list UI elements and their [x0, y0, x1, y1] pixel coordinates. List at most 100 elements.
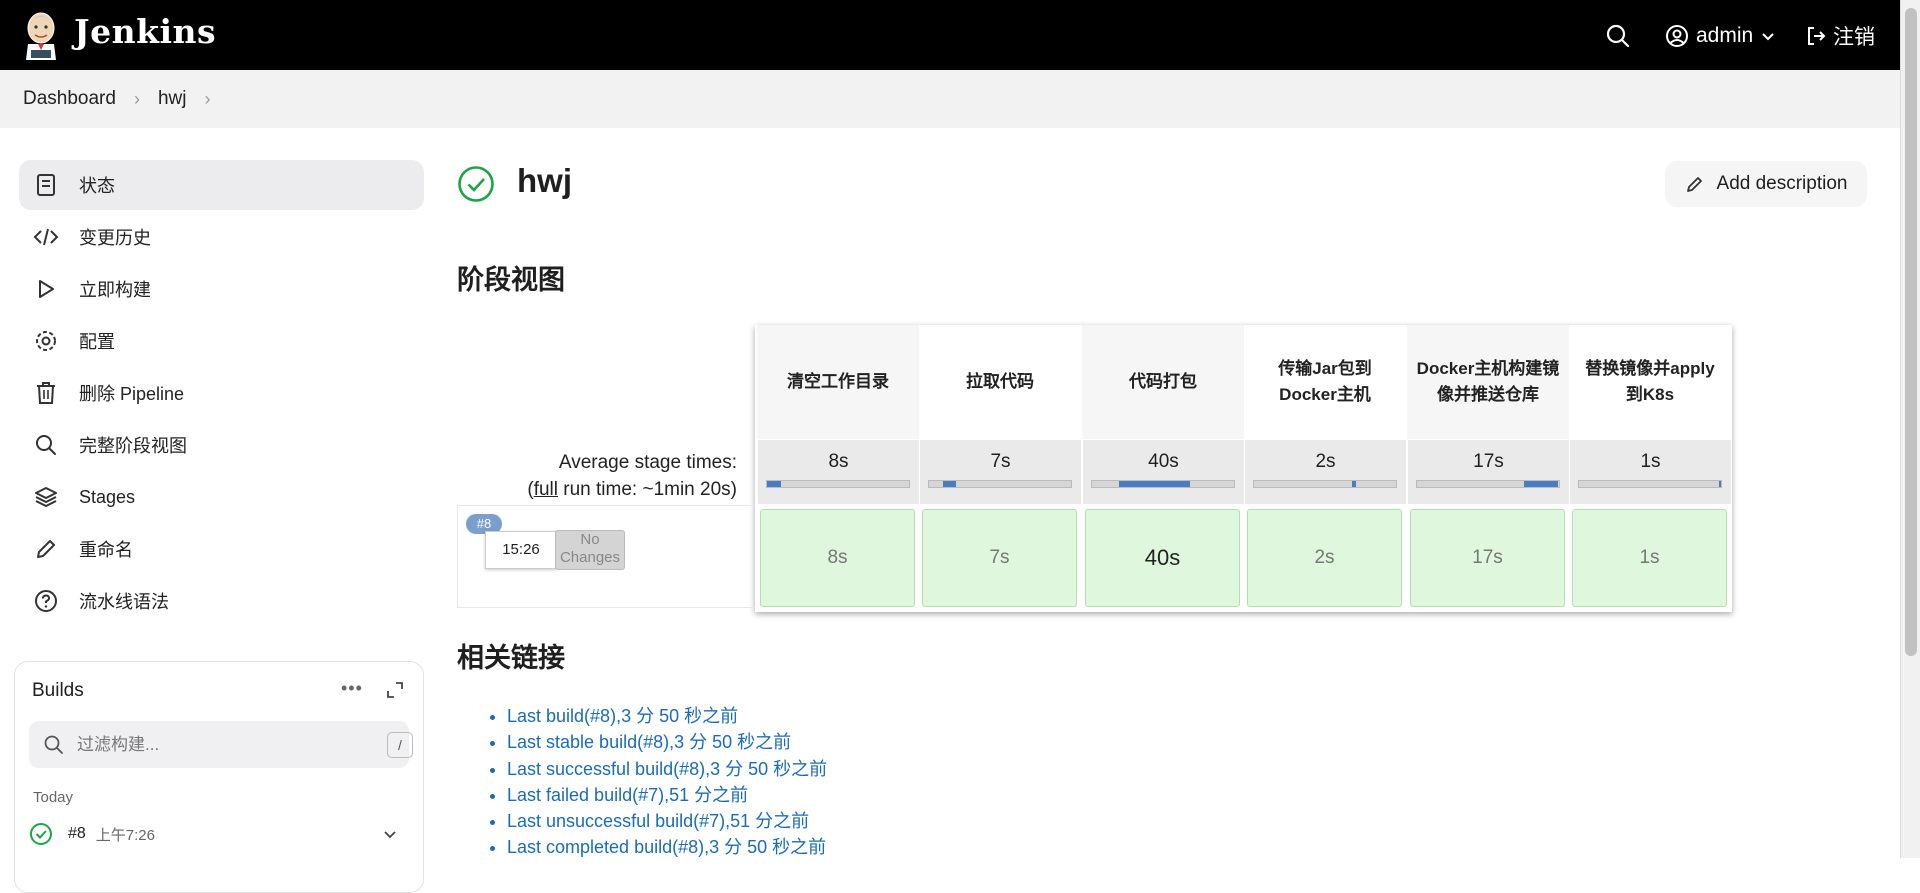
- build-group-label: Today: [33, 789, 74, 806]
- stage-average-bar-fill: [1523, 481, 1558, 487]
- logout-label: 注销: [1833, 26, 1875, 49]
- stage-duration-cell[interactable]: 7s: [922, 509, 1077, 607]
- status-doc-icon: [33, 172, 59, 198]
- pencil-icon: [33, 536, 59, 562]
- stage-average: 40s: [1082, 440, 1244, 504]
- stage-duration-cell[interactable]: 8s: [760, 509, 915, 607]
- stage-average-time: 2s: [1315, 451, 1336, 472]
- sidebar-item-label: 删除 Pipeline: [79, 384, 185, 404]
- stage-average: 8s: [757, 440, 919, 504]
- sidebar-item-full-stage-view[interactable]: 完整阶段视图: [19, 420, 424, 470]
- jenkins-logo-icon[interactable]: [22, 10, 60, 60]
- breadcrumb-separator-icon: ›: [133, 88, 140, 109]
- stage-duration-cell[interactable]: 17s: [1410, 509, 1565, 607]
- sidebar-item-label: Stages: [79, 486, 136, 507]
- last-failed-build-link[interactable]: Last failed build(#7),51 分之前: [507, 785, 748, 805]
- user-icon: [1666, 25, 1688, 47]
- stage-duration-cell[interactable]: 40s: [1085, 509, 1240, 607]
- breadcrumb-dashboard[interactable]: Dashboard: [23, 88, 116, 110]
- builds-panel: Builds ••• / Today #8 上午7:26: [14, 661, 424, 893]
- build-row[interactable]: #8 上午7:26: [29, 817, 409, 851]
- sidebar-item-pipeline-syntax[interactable]: 流水线语法: [19, 576, 424, 626]
- list-item: Last stable build(#8),3 分 50 秒之前: [507, 729, 827, 755]
- stage-average-bar: [766, 480, 910, 488]
- stage-duration-cell[interactable]: 1s: [1572, 509, 1727, 607]
- sidebar-item-delete-pipeline[interactable]: 删除 Pipeline: [19, 368, 424, 418]
- stage-average: 1s: [1569, 440, 1731, 504]
- stage-duration-cell[interactable]: 2s: [1247, 509, 1402, 607]
- trash-icon: [33, 380, 59, 406]
- last-completed-build-link[interactable]: Last completed build(#8),3 分 50 秒之前: [507, 837, 826, 857]
- search-icon[interactable]: [1605, 23, 1631, 49]
- last-stable-build-link[interactable]: Last stable build(#8),3 分 50 秒之前: [507, 732, 791, 752]
- stage-average-bar-fill: [1718, 481, 1721, 487]
- average-stage-times-label: Average stage times: (full run time: ~1m…: [460, 449, 737, 503]
- play-icon: [33, 276, 59, 302]
- sidebar-item-build-now[interactable]: 立即构建: [19, 264, 424, 314]
- sidebar-item-status[interactable]: 状态: [19, 160, 424, 210]
- stage-average: 17s: [1407, 440, 1569, 504]
- user-name: admin: [1696, 24, 1754, 47]
- run-time-text: run time: ~1min 20s): [558, 479, 737, 500]
- no-changes-badge[interactable]: No Changes: [555, 530, 625, 570]
- chevron-down-icon[interactable]: [381, 825, 399, 843]
- build-filter: /: [29, 721, 413, 768]
- sidebar-item-stages[interactable]: Stages: [19, 472, 424, 522]
- vertical-scrollbar[interactable]: [1900, 0, 1920, 858]
- sidebar-item-label: 立即构建: [79, 280, 151, 300]
- more-options-icon[interactable]: •••: [341, 678, 363, 699]
- build-time: 上午7:26: [95, 826, 155, 844]
- user-menu[interactable]: admin: [1665, 20, 1776, 52]
- expand-icon[interactable]: [385, 680, 405, 700]
- gear-icon: [33, 328, 59, 354]
- help-icon: [33, 588, 59, 614]
- success-check-icon: [458, 166, 494, 202]
- list-item: Last completed build(#8),3 分 50 秒之前: [507, 834, 827, 860]
- last-unsuccessful-build-link[interactable]: Last unsuccessful build(#7),51 分之前: [507, 811, 809, 831]
- success-check-icon: [30, 823, 52, 845]
- stage-average-bar: [1253, 480, 1397, 488]
- list-item: Last successful build(#8),3 分 50 秒之前: [507, 756, 827, 782]
- build-filter-input[interactable]: [75, 729, 349, 761]
- layers-icon: [33, 484, 59, 510]
- chevron-down-icon: [1762, 33, 1774, 41]
- sidebar-item-configure[interactable]: 配置: [19, 316, 424, 366]
- add-description-button[interactable]: Add description: [1665, 161, 1867, 207]
- stage-average-time: 8s: [828, 451, 849, 472]
- builds-title: Builds: [32, 680, 84, 701]
- sidebar-item-changes[interactable]: 变更历史: [19, 212, 424, 262]
- breadcrumb-separator-icon[interactable]: ›: [204, 89, 210, 110]
- stage-view-heading: 阶段视图: [457, 265, 565, 295]
- related-links-heading: 相关链接: [457, 643, 565, 673]
- stage-header: 传输Jar包到Docker主机: [1278, 359, 1372, 404]
- breadcrumb: Dashboard › hwj ›: [0, 70, 1900, 128]
- brand-title[interactable]: Jenkins: [74, 12, 216, 51]
- last-build-link[interactable]: Last build(#8),3 分 50 秒之前: [507, 706, 738, 726]
- sidebar-item-rename[interactable]: 重命名: [19, 524, 424, 574]
- search-icon: [33, 432, 59, 458]
- run-start-time: 15:26: [485, 531, 557, 569]
- stage-average: 2s: [1244, 440, 1406, 504]
- breadcrumb-hwj[interactable]: hwj: [158, 88, 187, 110]
- search-icon: [44, 735, 63, 754]
- stage-average-bar-fill: [1118, 481, 1190, 487]
- logout-button[interactable]: 注销: [1805, 20, 1875, 52]
- logout-icon: [1808, 27, 1826, 45]
- stage-average-bar: [1416, 480, 1560, 488]
- sidebar-item-label: 状态: [79, 176, 115, 196]
- sidebar-item-label: 完整阶段视图: [79, 436, 187, 456]
- stage-header: 替换镜像并apply到K8s: [1585, 359, 1715, 404]
- scrollbar-thumb[interactable]: [1905, 8, 1917, 656]
- sidebar-item-label: 流水线语法: [79, 592, 169, 612]
- page-title: hwj: [517, 162, 572, 199]
- stage-average-bar-fill: [767, 481, 782, 487]
- top-bar: Jenkins admin 注销: [0, 0, 1900, 70]
- average-stage-times-text: Average stage times:: [558, 452, 737, 473]
- last-successful-build-link[interactable]: Last successful build(#8),3 分 50 秒之前: [507, 759, 827, 779]
- code-icon: [33, 224, 59, 250]
- list-item: Last unsuccessful build(#7),51 分之前: [507, 808, 827, 834]
- full-run-link[interactable]: full: [534, 479, 558, 500]
- stage-header: 拉取代码: [966, 372, 1034, 391]
- stage-average-time: 1s: [1640, 451, 1661, 472]
- stage-average: 7s: [919, 440, 1081, 504]
